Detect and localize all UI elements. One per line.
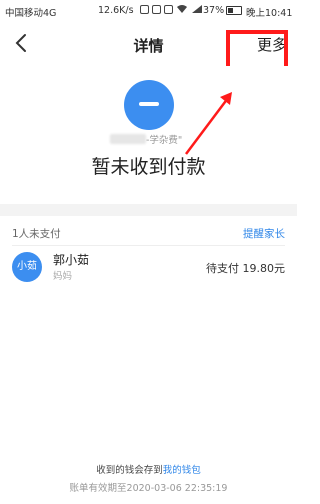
- status-icons: [140, 4, 203, 14]
- nfc-icon: [152, 4, 161, 14]
- bill-name: -学杂费": [146, 135, 183, 146]
- wallet-note-text: 收到的钱会存到: [96, 465, 163, 476]
- wallet-link[interactable]: 我的钱包: [163, 465, 201, 476]
- section-divider: [0, 204, 297, 216]
- vibrate-icon: [140, 4, 149, 14]
- bill-avatar-icon: [124, 80, 174, 130]
- unpaid-header: 1人未支付 提醒家长: [0, 216, 297, 246]
- battery-percent: 37%: [203, 5, 225, 16]
- annotation-arrow-icon: [185, 92, 232, 155]
- hd-icon: [164, 4, 173, 14]
- payment-status: 暂未收到付款: [91, 156, 206, 178]
- carrier-label: 中国移动4G: [5, 8, 57, 19]
- clock: 晚上10:41: [246, 8, 293, 19]
- blurred-class-name: [110, 134, 146, 144]
- wifi-icon: [177, 5, 187, 13]
- member-name: 郭小茹: [53, 253, 90, 267]
- status-bar: 中国移动4G 12.6K/s 37% 晚上10:41: [0, 0, 297, 22]
- remind-parents-button[interactable]: 提醒家长: [243, 226, 285, 241]
- payment-summary: -学杂费" 暂未收到付款: [0, 66, 297, 204]
- wallet-note: 收到的钱会存到我的钱包: [0, 462, 297, 476]
- payment-due-status: 待支付 19.80元: [206, 262, 285, 275]
- list-item[interactable]: 小茹 郭小茹 妈妈 待支付 19.80元: [0, 246, 297, 290]
- signal-icon: [192, 5, 202, 13]
- battery-icon: [226, 6, 242, 15]
- bill-expiry: 账单有效期至2020-03-06 22:35:19: [69, 483, 228, 494]
- network-speed: 12.6K/s: [98, 5, 134, 16]
- unpaid-count: 1人未支付: [12, 228, 61, 240]
- member-relation: 妈妈: [53, 271, 73, 282]
- avatar: 小茹: [12, 252, 42, 282]
